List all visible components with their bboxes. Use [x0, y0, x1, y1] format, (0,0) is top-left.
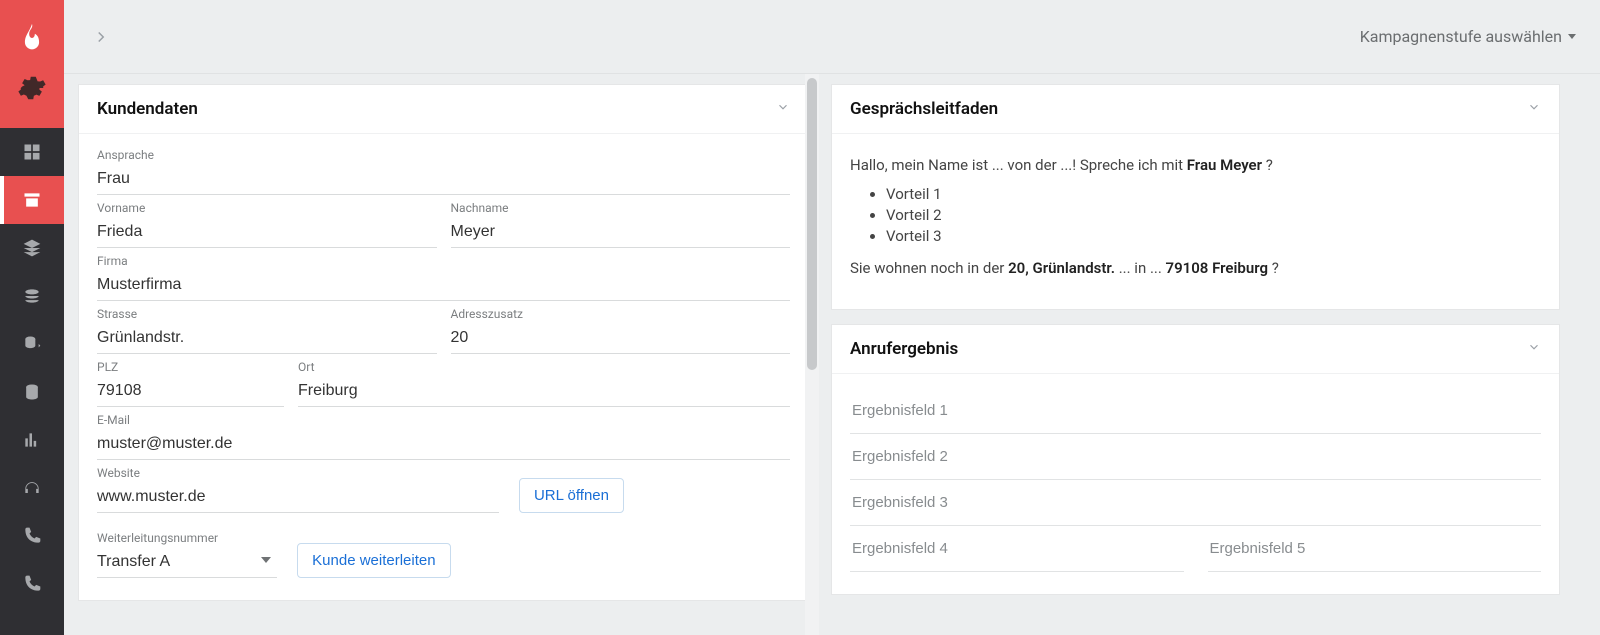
- script-line-1: Hallo, mein Name ist ... von der ...! Sp…: [850, 154, 1541, 177]
- database-icon: [22, 382, 42, 402]
- brand-area: [0, 0, 64, 128]
- layers-icon: [22, 238, 42, 258]
- open-url-button[interactable]: URL öffnen: [519, 478, 624, 513]
- campaign-stage-select[interactable]: Kampagnenstufe auswählen: [1360, 27, 1576, 46]
- chevron-right-icon: [92, 28, 110, 46]
- nachname-field[interactable]: [451, 217, 791, 248]
- anrede-field[interactable]: [97, 164, 790, 195]
- caret-down-icon: [261, 557, 271, 563]
- nav-headset[interactable]: [0, 464, 64, 512]
- email-field[interactable]: [97, 429, 790, 460]
- scrollbar-thumb[interactable]: [807, 78, 817, 370]
- result-panel-header[interactable]: Anrufergebnis: [832, 325, 1559, 374]
- customer-panel-header[interactable]: Kundendaten: [79, 85, 808, 134]
- fire-icon: [15, 21, 49, 59]
- vorname-field[interactable]: [97, 217, 437, 248]
- result-field-5[interactable]: [1208, 526, 1542, 572]
- script-panel-title: Gesprächsleitfaden: [850, 99, 998, 119]
- result-field-4[interactable]: [850, 526, 1184, 572]
- strasse-field[interactable]: [97, 323, 437, 354]
- caret-down-icon: [1568, 34, 1576, 39]
- bullet-item: Vorteil 1: [886, 185, 1541, 203]
- archive-icon: [22, 190, 42, 210]
- phone-incoming-icon: [22, 574, 42, 594]
- script-panel: Gesprächsleitfaden Hallo, mein Name ist …: [831, 84, 1560, 310]
- nav-db[interactable]: [0, 368, 64, 416]
- nav-coins[interactable]: [0, 272, 64, 320]
- label-nachname: Nachname: [451, 201, 791, 215]
- weiterleitung-select[interactable]: [97, 547, 277, 578]
- gear-icon: [17, 73, 47, 107]
- left-column: Kundendaten Ansprache Vorname: [64, 74, 819, 635]
- sidebar: [0, 0, 64, 635]
- nav-phone[interactable]: [0, 512, 64, 560]
- label-weiterleitung: Weiterleitungsnummer: [97, 531, 277, 545]
- topbar: Kampagnenstufe auswählen: [64, 0, 1600, 74]
- coins-icon: [22, 286, 42, 306]
- result-field-2[interactable]: [850, 434, 1541, 480]
- collapse-icon: [1527, 99, 1541, 119]
- right-column: Gesprächsleitfaden Hallo, mein Name ist …: [819, 74, 1600, 635]
- result-panel: Anrufergebnis: [831, 324, 1560, 595]
- customer-panel-title: Kundendaten: [97, 99, 198, 119]
- customer-panel: Kundendaten Ansprache Vorname: [78, 84, 809, 601]
- nav-layers[interactable]: [0, 224, 64, 272]
- breadcrumb-chevron[interactable]: [92, 28, 110, 46]
- nav-phone-in[interactable]: [0, 560, 64, 608]
- plz-field[interactable]: [97, 376, 284, 407]
- website-field[interactable]: [97, 482, 499, 513]
- adresszusatz-field[interactable]: [451, 323, 791, 354]
- label-plz: PLZ: [97, 360, 284, 374]
- firma-field[interactable]: [97, 270, 790, 301]
- forward-customer-button[interactable]: Kunde weiterleiten: [297, 543, 450, 578]
- bullet-item: Vorteil 3: [886, 227, 1541, 245]
- script-bullets: Vorteil 1 Vorteil 2 Vorteil 3: [886, 185, 1541, 245]
- nav-db-out[interactable]: [0, 320, 64, 368]
- label-ort: Ort: [298, 360, 790, 374]
- collapse-icon: [776, 99, 790, 119]
- result-field-1[interactable]: [850, 388, 1541, 434]
- nav-archive[interactable]: [0, 176, 64, 224]
- label-strasse: Strasse: [97, 307, 437, 321]
- scrollbar-left[interactable]: [805, 74, 819, 635]
- phone-icon: [22, 526, 42, 546]
- headphones-icon: [22, 478, 42, 498]
- chart-icon: [22, 430, 42, 450]
- result-panel-title: Anrufergebnis: [850, 339, 958, 359]
- label-adresszusatz: Adresszusatz: [451, 307, 791, 321]
- label-firma: Firma: [97, 254, 790, 268]
- label-vorname: Vorname: [97, 201, 437, 215]
- nav: [0, 128, 64, 635]
- database-export-icon: [22, 334, 42, 354]
- label-anrede: Ansprache: [97, 148, 790, 162]
- label-email: E-Mail: [97, 413, 790, 427]
- label-website: Website: [97, 466, 499, 480]
- ort-field[interactable]: [298, 376, 790, 407]
- result-field-3[interactable]: [850, 480, 1541, 526]
- grid-icon: [22, 142, 42, 162]
- nav-dashboard[interactable]: [0, 128, 64, 176]
- bullet-item: Vorteil 2: [886, 206, 1541, 224]
- script-line-2: Sie wohnen noch in der 20, Grünlandstr. …: [850, 257, 1541, 280]
- collapse-icon: [1527, 339, 1541, 359]
- nav-chart[interactable]: [0, 416, 64, 464]
- script-panel-header[interactable]: Gesprächsleitfaden: [832, 85, 1559, 134]
- campaign-stage-label: Kampagnenstufe auswählen: [1360, 27, 1562, 46]
- main-area: Kampagnenstufe auswählen Kundendaten Ans…: [64, 0, 1600, 635]
